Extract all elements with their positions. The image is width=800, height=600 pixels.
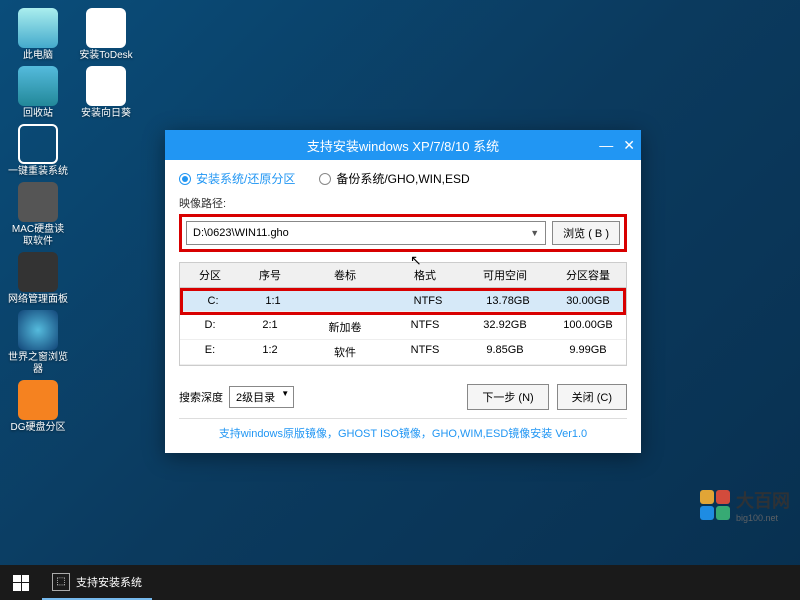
- desktop-icon[interactable]: 回收站: [8, 66, 68, 120]
- app-icon: [18, 66, 58, 106]
- radio-backup[interactable]: 备份系统/GHO,WIN,ESD: [319, 170, 469, 187]
- minimize-button[interactable]: —: [599, 137, 613, 154]
- installer-window: 支持安装windows XP/7/8/10 系统 — ✕ 安装系统/还原分区 备…: [165, 130, 641, 453]
- radio-dot-icon: [179, 173, 191, 185]
- desktop-icon[interactable]: DG硬盘分区: [8, 380, 68, 434]
- table-row[interactable]: E:1:2软件NTFS9.85GB9.99GB: [180, 340, 626, 365]
- titlebar[interactable]: 支持安装windows XP/7/8/10 系统 — ✕: [165, 130, 641, 160]
- mode-radio-group: 安装系统/还原分区 备份系统/GHO,WIN,ESD: [179, 170, 627, 187]
- app-icon: [18, 8, 58, 48]
- start-button[interactable]: [0, 565, 42, 600]
- action-buttons: 下一步 (N) 关闭 (C): [467, 384, 627, 410]
- desktop-icon[interactable]: MAC硬盘读取软件: [8, 182, 68, 248]
- desktop-icon-grid: 此电脑安装ToDesk回收站安装向日葵一键重装系统MAC硬盘读取软件网络管理面板…: [8, 8, 136, 434]
- table-header: 分区 序号 卷标 格式 可用空间 分区容量: [180, 263, 626, 288]
- browse-button[interactable]: 浏览 ( B ): [552, 221, 620, 245]
- table-body: C:1:1NTFS13.78GB30.00GB D:2:1新加卷NTFS32.92…: [180, 288, 626, 365]
- app-icon: [86, 66, 126, 106]
- search-depth-group: 搜索深度 2级目录: [179, 386, 294, 408]
- app-icon: [18, 252, 58, 292]
- table-row[interactable]: C:1:1NTFS13.78GB30.00GB: [183, 291, 623, 312]
- window-title: 支持安装windows XP/7/8/10 系统: [307, 136, 499, 155]
- close-button[interactable]: ✕: [623, 137, 635, 154]
- desktop-icon[interactable]: 安装向日葵: [76, 66, 136, 120]
- window-controls: — ✕: [599, 137, 635, 154]
- desktop-icon[interactable]: 此电脑: [8, 8, 68, 62]
- path-highlight-box: D:\0623\WIN11.gho 浏览 ( B ): [179, 214, 627, 252]
- app-icon: [18, 124, 58, 164]
- table-row[interactable]: D:2:1新加卷NTFS32.92GB100.00GB: [180, 315, 626, 340]
- depth-select[interactable]: 2级目录: [229, 386, 294, 408]
- app-icon: [86, 8, 126, 48]
- task-icon: ⬚: [52, 573, 70, 591]
- taskbar-item-installer[interactable]: ⬚ 支持安装系统: [42, 565, 152, 600]
- next-button[interactable]: 下一步 (N): [467, 384, 548, 410]
- watermark-logo-icon: [700, 490, 730, 520]
- radio-install[interactable]: 安装系统/还原分区: [179, 170, 295, 187]
- desktop: 此电脑安装ToDesk回收站安装向日葵一键重装系统MAC硬盘读取软件网络管理面板…: [0, 0, 800, 565]
- app-icon: [18, 380, 58, 420]
- selected-row-highlight: C:1:1NTFS13.78GB30.00GB: [180, 288, 626, 315]
- radio-dot-icon: [319, 173, 331, 185]
- desktop-icon[interactable]: 安装ToDesk: [76, 8, 136, 62]
- windows-icon: [13, 575, 29, 591]
- partition-table: 分区 序号 卷标 格式 可用空间 分区容量 C:1:1NTFS13.78GB30…: [179, 262, 627, 366]
- close-button-bottom[interactable]: 关闭 (C): [557, 384, 627, 410]
- bottom-controls: 搜索深度 2级目录 下一步 (N) 关闭 (C): [179, 384, 627, 410]
- taskbar[interactable]: ⬚ 支持安装系统: [0, 565, 800, 600]
- app-icon: [18, 182, 58, 222]
- desktop-icon[interactable]: 世界之窗浏览器: [8, 310, 68, 376]
- window-content: 安装系统/还原分区 备份系统/GHO,WIN,ESD 映像路径: D:\0623…: [165, 160, 641, 453]
- watermark: 大百网 big100.net: [700, 487, 790, 523]
- footer-text: 支持windows原版镜像，GHOST ISO镜像，GHO,WIM,ESD镜像安…: [179, 418, 627, 443]
- image-path-select[interactable]: D:\0623\WIN11.gho: [186, 221, 546, 245]
- desktop-icon[interactable]: 网络管理面板: [8, 252, 68, 306]
- path-label: 映像路径:: [179, 195, 627, 211]
- app-icon: [18, 310, 58, 350]
- desktop-icon[interactable]: 一键重装系统: [8, 124, 68, 178]
